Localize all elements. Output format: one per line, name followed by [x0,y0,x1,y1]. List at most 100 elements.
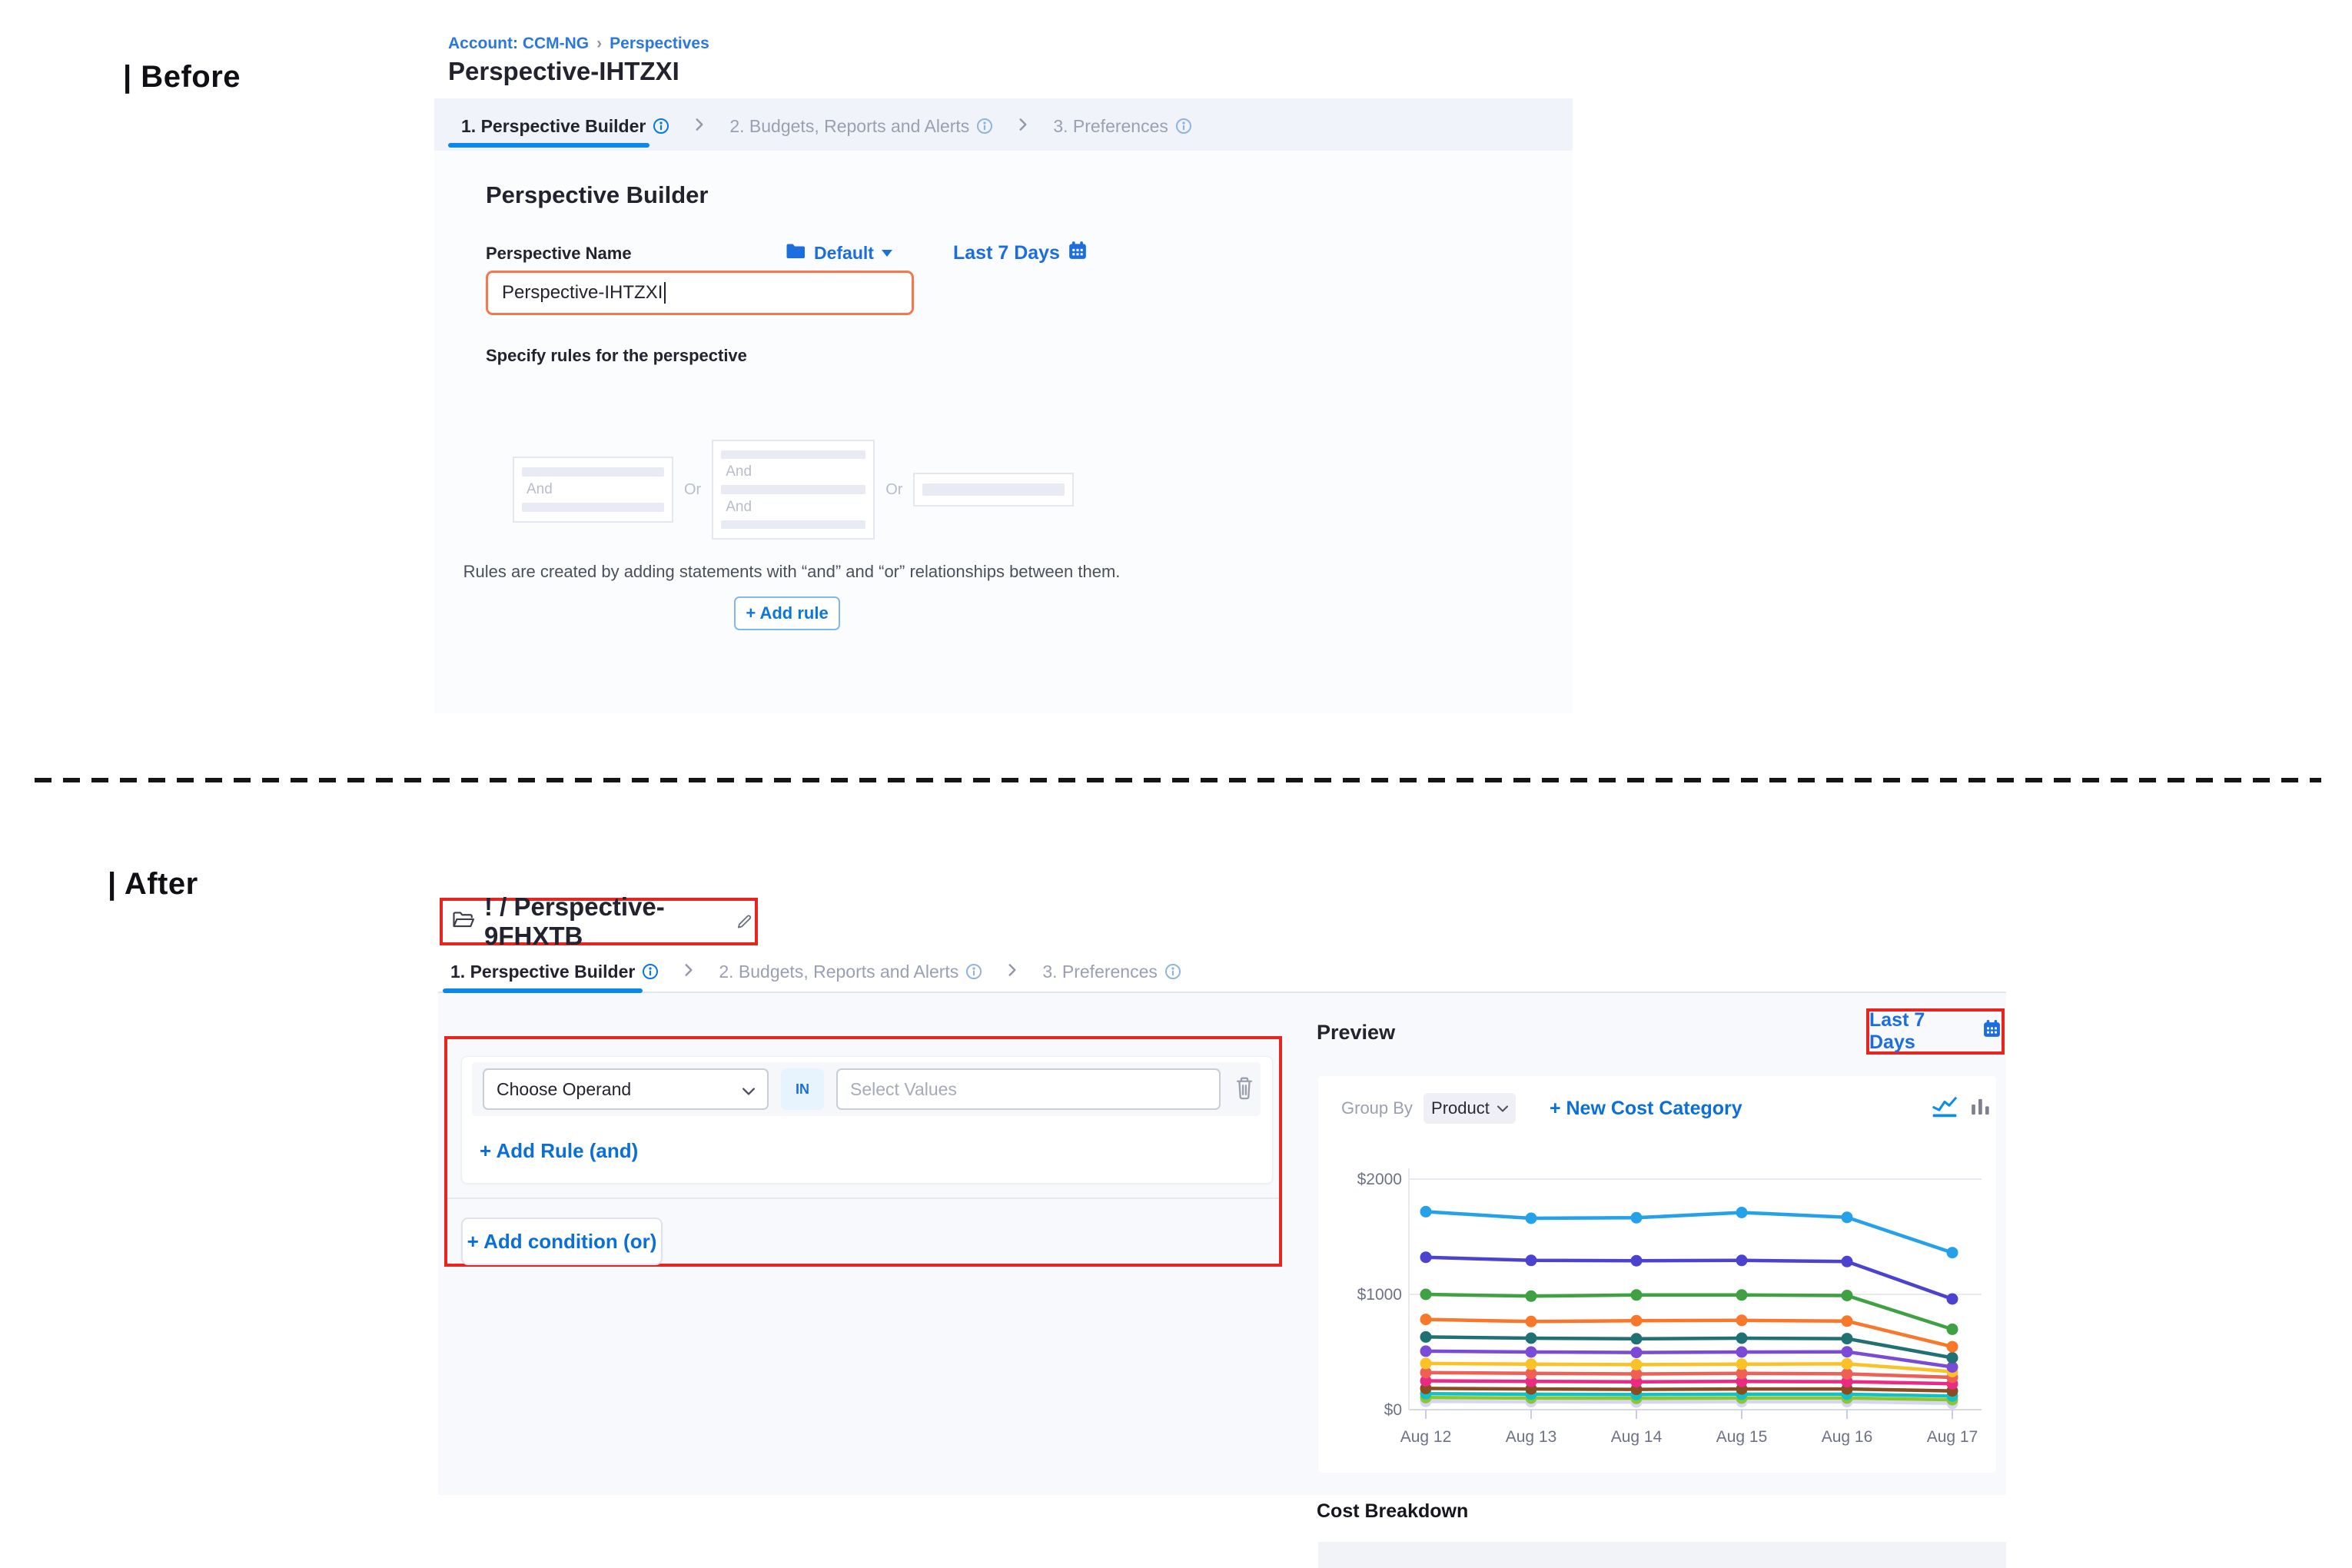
svg-text:Aug 17: Aug 17 [1927,1428,1978,1446]
perspective-name-value: Perspective-IHTZXI [502,282,663,304]
breadcrumb-account-link[interactable]: Account: CCM-NG [448,35,589,53]
add-rule-and-link[interactable]: + Add Rule (and) [480,1139,638,1163]
add-condition-or-button[interactable]: + Add condition (or) [461,1218,663,1265]
illustration-group-1: And [513,457,673,523]
tab-preferences[interactable]: 3. Preferences [1042,962,1181,982]
text-cursor [664,282,666,304]
illustration-or-label: Or [684,481,701,499]
info-icon [1175,118,1192,135]
svg-text:Aug 16: Aug 16 [1822,1428,1873,1446]
svg-text:$2000: $2000 [1357,1171,1402,1188]
group-by-label: Group By [1341,1098,1413,1118]
group-by-select[interactable]: Product [1423,1093,1516,1124]
folder-selector[interactable]: Default [786,240,892,266]
rules-illustration: And Or And And Or [513,440,1074,540]
line-chart-toggle-icon[interactable] [1931,1095,1958,1123]
screenshot-canvas: | Before Account: CCM-NG › Perspectives … [0,0,2352,1568]
rules-section-label: Specify rules for the perspective [486,346,747,366]
cost-breakdown-table-top [1318,1542,2006,1568]
group-by-row: Group By Product + New Cost Category [1341,1091,1742,1125]
after-page-title: ! / Perspective-9FHXTB [484,892,727,951]
info-icon [642,963,659,980]
before-date-range-picker[interactable]: Last 7 Days [953,240,1088,266]
svg-text:$1000: $1000 [1357,1286,1402,1304]
tab-budgets-reports-alerts[interactable]: 2. Budgets, Reports and Alerts [729,116,993,137]
after-section-label: | After [108,867,198,902]
group-by-value: Product [1431,1098,1490,1118]
perspective-name-input[interactable]: Perspective-IHTZXI [486,271,914,315]
preview-date-range-picker[interactable]: Last 7 Days [1869,1009,2002,1054]
perspective-name-label: Perspective Name [486,244,632,264]
operand-select[interactable]: Choose Operand [483,1068,769,1110]
illustration-group-3 [913,473,1074,507]
breadcrumb-perspectives-link[interactable]: Perspectives [610,35,709,53]
tab-budgets-reports-alerts[interactable]: 2. Budgets, Reports and Alerts [719,962,982,982]
after-title-annotation-box: ! / Perspective-9FHXTB [440,898,758,945]
illustration-bar [522,467,664,477]
tab-chevron-icon [680,962,697,982]
illustration-bar [721,485,865,493]
chevron-down-icon [1497,1105,1508,1112]
tab-perspective-builder[interactable]: 1. Perspective Builder [450,962,659,982]
tab-preferences[interactable]: 3. Preferences [1053,116,1192,137]
calendar-icon [1982,1019,2002,1044]
svg-text:Aug 12: Aug 12 [1400,1428,1452,1446]
calendar-icon [1068,241,1088,266]
tab-label: 3. Preferences [1042,962,1158,982]
caret-down-icon [882,250,892,257]
illustration-and-label: And [719,499,867,516]
info-icon [653,118,669,135]
before-panel-bg [434,151,1573,713]
illustration-bar [922,483,1065,496]
folder-open-icon [452,910,475,933]
delete-rule-trash-icon[interactable] [1233,1075,1256,1108]
active-tab-underline [448,143,649,148]
preview-chart[interactable]: $0 $1000 $2000 Aug 12 Aug 13 Aug 14 Aug 15 Aug … [1336,1153,1991,1460]
info-icon [965,963,982,980]
illustration-bar [522,503,664,512]
operator-chip[interactable]: IN [781,1068,824,1110]
folder-selector-value: Default [814,243,874,264]
add-rule-button[interactable]: + Add rule [734,596,840,630]
tab-perspective-builder[interactable]: 1. Perspective Builder [461,116,669,137]
tab-chevron-icon [691,116,708,137]
new-cost-category-link[interactable]: + New Cost Category [1550,1098,1742,1120]
svg-text:$0: $0 [1384,1401,1402,1419]
breadcrumb-separator-icon: › [596,35,602,53]
date-range-label: Last 7 Days [1869,1009,1975,1054]
builder-heading: Perspective Builder [486,181,708,209]
tab-chevron-icon [1004,962,1021,982]
operand-select-value: Choose Operand [497,1079,631,1100]
svg-text:Aug 13: Aug 13 [1506,1428,1557,1446]
select-values-input[interactable] [836,1068,1221,1110]
rules-helper-text: Rules are created by adding statements w… [461,562,1122,582]
info-icon [1164,963,1181,980]
breadcrumb: Account: CCM-NG › Perspectives [448,32,709,55]
tab-chevron-icon [1015,116,1031,137]
before-after-divider [35,778,2321,782]
edit-pencil-icon[interactable] [736,911,755,933]
condition-divider [447,1198,1279,1199]
illustration-group-2: And And [712,440,875,540]
chevron-down-icon [742,1079,755,1100]
illustration-bar [721,450,865,459]
tab-label: 2. Budgets, Reports and Alerts [729,116,969,137]
before-section-label: | Before [123,60,241,95]
svg-text:Aug 14: Aug 14 [1611,1428,1663,1446]
tab-label: 3. Preferences [1053,116,1168,137]
tab-label: 2. Budgets, Reports and Alerts [719,962,958,982]
bar-chart-toggle-icon[interactable] [1968,1095,1994,1123]
preview-heading: Preview [1317,1021,1395,1045]
svg-text:Aug 15: Aug 15 [1716,1428,1768,1446]
illustration-or-label: Or [885,481,902,499]
date-range-label: Last 7 Days [953,242,1060,264]
before-page-title: Perspective-IHTZXI [448,57,679,86]
before-tabs: 1. Perspective Builder 2. Budgets, Repor… [461,112,1192,140]
illustration-and-label: And [520,481,666,498]
preview-date-annotation-box: Last 7 Days [1866,1008,2005,1055]
illustration-and-label: And [719,463,867,480]
after-tabs: 1. Perspective Builder 2. Budgets, Repor… [450,958,1181,985]
illustration-bar [721,520,865,529]
cost-breakdown-heading: Cost Breakdown [1317,1500,1468,1523]
tab-label: 1. Perspective Builder [461,116,646,137]
